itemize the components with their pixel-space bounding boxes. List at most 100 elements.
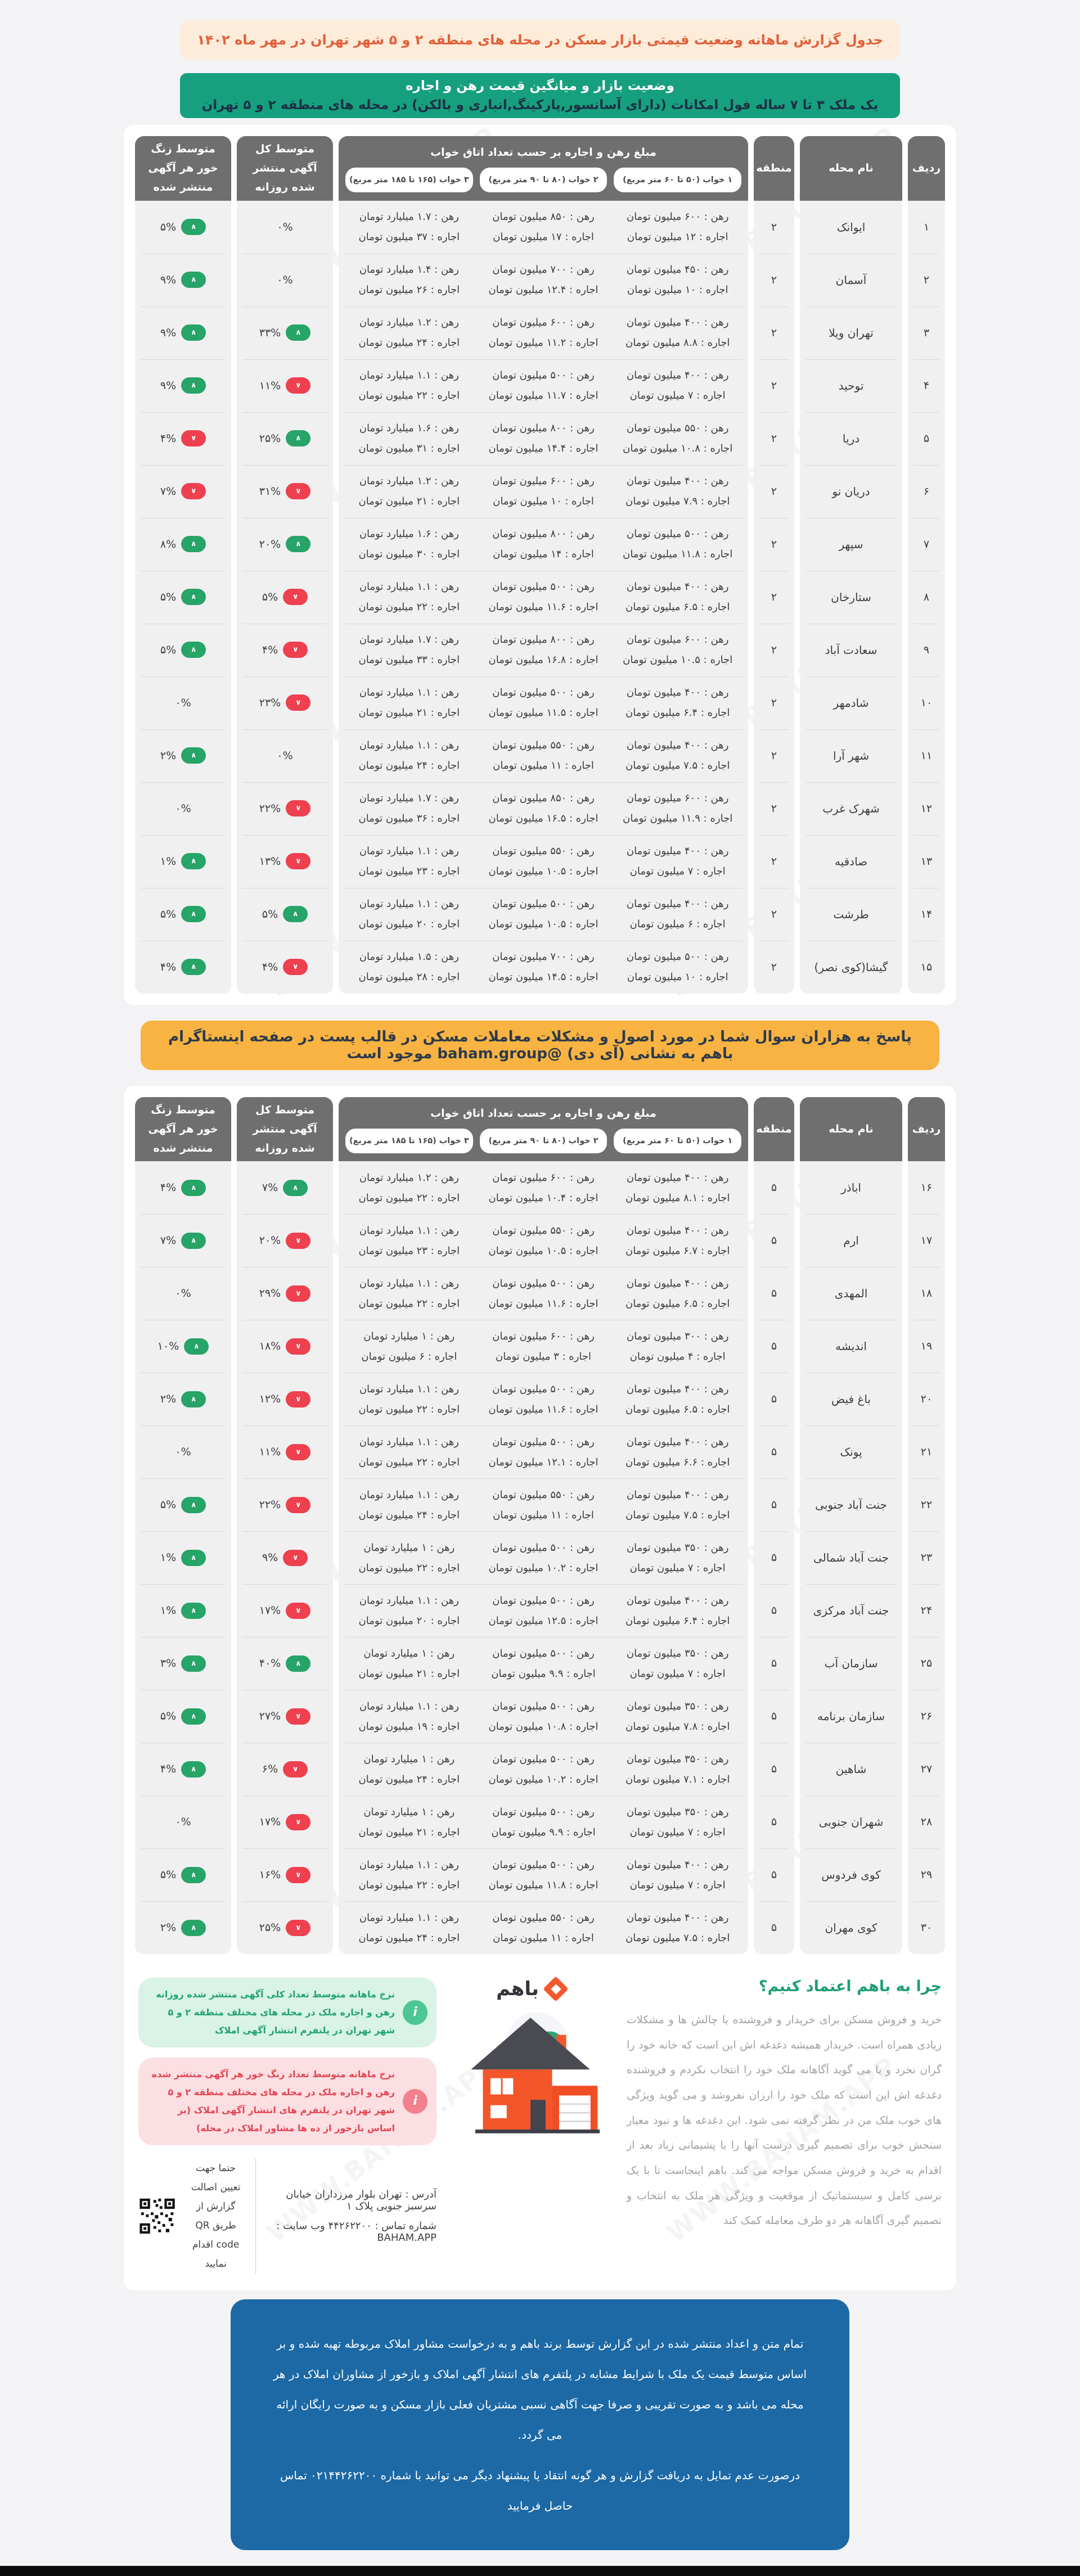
trend-arrow-icon: ∧ [190, 223, 197, 232]
percent-value: ۵% [160, 1869, 177, 1882]
ring-rate-change-cell: ∧ ۲% [135, 729, 231, 782]
bedroom-2-prices: رهن : ۵۵۰ میلیون تومان اجاره : ۱۱ میلیون… [476, 1489, 611, 1521]
bedroom-3-prices: رهن : ۱.۷ میلیارد تومان اجاره : ۳۳ میلیو… [342, 634, 476, 666]
trend-arrow-icon: ∧ [190, 910, 197, 919]
ring-rate-change-cell: ۰% [135, 782, 231, 835]
rahn-line: رهن : ۱.۱ میلیارد تومان [359, 1594, 459, 1607]
rahn-line: رهن : ۱.۲ میلیارد تومان [359, 317, 459, 329]
rahn-line: رهن : ۸۰۰ میلیون تومان [492, 422, 595, 435]
header-district: منطقه [754, 136, 794, 201]
rahn-line: رهن : ۱ میلیارد تومان [363, 1806, 455, 1818]
daily-ads-change-cell: ∨ ۵% [237, 570, 333, 624]
trend-badge: ∧ [181, 272, 206, 288]
bedroom-2-prices: رهن : ۵۰۰ میلیون تومان اجاره : ۱۱.۶ میلی… [476, 1278, 611, 1310]
row-number: ۲۴ [908, 1584, 945, 1637]
bedroom-1-prices: رهن : ۶۰۰ میلیون تومان اجاره : ۱۰.۵ میلی… [610, 634, 745, 666]
bedroom-2-prices: رهن : ۵۰۰ میلیون تومان اجاره : ۱۱.۸ میلی… [476, 1859, 611, 1891]
bedroom-2-prices: رهن : ۷۰۰ میلیون تومان اجاره : ۱۲.۴ میلی… [476, 264, 611, 296]
neighborhood-name: توحید [800, 359, 902, 412]
trend-arrow-icon: ∨ [292, 646, 299, 655]
trend-arrow-icon: ∨ [295, 1923, 302, 1932]
ejare-line: اجاره : ۷.۵ میلیون تومان [625, 760, 730, 772]
bedroom-2-prices: رهن : ۵۰۰ میلیون تومان اجاره : ۱۲.۱ میلی… [476, 1436, 611, 1468]
table-row: ۲۷ شاهین ۵ رهن : ۳۵۰ میلیون تومان اجاره … [135, 1743, 945, 1796]
trend-arrow-icon: ∧ [190, 1183, 197, 1192]
pill-1-bedroom: ۱ خواب (۵۰ تا ۶۰ متر مربع) [614, 168, 741, 193]
row-number: ۱۳ [908, 834, 945, 888]
header-neighborhood: نام محله [800, 136, 902, 201]
daily-ads-change-cell: ∨ ۴% [237, 623, 333, 676]
bedroom-prices-cell: رهن : ۴۰۰ میلیون تومان اجاره : ۷.۵ میلیو… [339, 1901, 748, 1955]
table-row: ۲۲ جنت آباد جنوبی ۵ رهن : ۴۰۰ میلیون توم… [135, 1478, 945, 1532]
bedroom-prices-cell: رهن : ۳۵۰ میلیون تومان اجاره : ۷ میلیون … [339, 1531, 748, 1585]
trend-badge: ∧ [184, 1338, 209, 1355]
percent-value: ۲% [160, 1393, 177, 1406]
bedroom-2-prices: رهن : ۵۰۰ میلیون تومان اجاره : ۹.۹ میلیو… [476, 1648, 611, 1680]
trend-badge: ∨ [283, 1761, 308, 1778]
daily-ads-change-cell: ∧ ۵% [237, 887, 333, 941]
bedroom-2-prices: رهن : ۵۰۰ میلیون تومان اجاره : ۱۰.۵ میلی… [476, 898, 611, 930]
row-number: ۲۸ [908, 1795, 945, 1849]
row-number: ۵ [908, 412, 945, 465]
ejare-line: اجاره : ۲۱ میلیون تومان [358, 707, 460, 719]
trend-arrow-icon: ∨ [295, 1500, 302, 1509]
neighborhood-name: شاهین [800, 1743, 902, 1796]
ring-rate-change-cell: ∧ ۹% [135, 359, 231, 412]
ejare-line: اجاره : ۹.۹ میلیون تومان [491, 1667, 596, 1680]
neighborhood-name: شهر آرا [800, 729, 902, 782]
trend-arrow-icon: ∨ [295, 1817, 302, 1826]
trend-arrow-icon: ∨ [295, 381, 302, 390]
legend-boxes-column: i نرخ ماهانه متوسط تعداد کلی آگهی منتشر … [138, 1978, 436, 2274]
bedroom-3-prices: رهن : ۱.۲ میلیارد تومان اجاره : ۲۱ میلیو… [342, 475, 476, 507]
ejare-line: اجاره : ۱۴.۵ میلیون تومان [488, 971, 598, 984]
rahn-line: رهن : ۳۵۰ میلیون تومان [626, 1541, 729, 1554]
trend-arrow-icon: ∧ [190, 1659, 197, 1668]
row-number: ۴ [908, 359, 945, 412]
district-number: ۲ [754, 676, 794, 729]
district-number: ۲ [754, 887, 794, 941]
row-number: ۱۴ [908, 887, 945, 941]
header-price-group: مبلغ رهن و اجاره بر حسب تعداد اتاق خواب … [339, 1097, 748, 1162]
ejare-line: اجاره : ۲۴ میلیون تومان [358, 1509, 460, 1521]
trend-arrow-icon: ∧ [190, 1870, 197, 1879]
bedroom-1-prices: رهن : ۳۵۰ میلیون تومان اجاره : ۷.۸ میلیو… [610, 1700, 745, 1733]
trend-badge: ∧ [181, 853, 206, 870]
daily-ads-change-cell: ∨ ۲۲% [237, 1478, 333, 1532]
trend-badge: ∨ [286, 1338, 311, 1355]
bedroom-3-prices: رهن : ۱.۱ میلیارد تومان اجاره : ۲۳ میلیو… [342, 1225, 476, 1257]
neighborhood-name: دریان نو [800, 464, 902, 518]
bedroom-1-prices: رهن : ۴۰۰ میلیون تومان اجاره : ۶.۴ میلیو… [610, 1595, 745, 1627]
row-number: ۱۷ [908, 1214, 945, 1267]
ring-rate-legend-text: نرخ ماهانه متوسط تعداد زنگ خور هر آگهی م… [151, 2069, 395, 2134]
rahn-line: رهن : ۵۵۰ میلیون تومان [492, 845, 595, 858]
row-number: ۲۹ [908, 1848, 945, 1902]
trend-badge: ∨ [286, 1232, 311, 1249]
trend-badge: ∨ [283, 589, 308, 606]
bedroom-1-prices: رهن : ۴۰۰ میلیون تومان اجاره : ۷ میلیون … [610, 369, 745, 401]
trend-arrow-icon: ∨ [295, 698, 302, 707]
bedroom-3-prices: رهن : ۱ میلیارد تومان اجاره : ۲۲ میلیون … [342, 1542, 476, 1574]
percent-value: ۴% [160, 1181, 177, 1194]
bedroom-3-prices: رهن : ۱ میلیارد تومان اجاره : ۲۱ میلیون … [342, 1648, 476, 1680]
percent-value: ۱% [160, 1604, 177, 1617]
rahn-line: رهن : ۱.۱ میلیارد تومان [359, 369, 459, 382]
neighborhood-name: تهران ویلا [800, 306, 902, 359]
percent-value: ۲۵% [259, 1921, 281, 1934]
address-block: آدرس : تهران بلوار مرزداران خیابان سرسبز… [266, 2189, 436, 2244]
ring-rate-change-cell: ∧ ۸% [135, 517, 231, 571]
table-row: ۸ ستارخان ۲ رهن : ۴۰۰ میلیون تومان اجاره… [135, 570, 945, 624]
percent-value: ۷% [160, 485, 177, 498]
rahn-line: رهن : ۱.۱ میلیارد تومان [359, 898, 459, 910]
rahn-line: رهن : ۳۰۰ میلیون تومان [626, 1330, 729, 1342]
ring-rate-change-cell: ∧ ۱% [135, 1531, 231, 1585]
ring-rate-change-cell: ∧ ۴% [135, 940, 231, 994]
trend-badge: ∧ [181, 1919, 206, 1936]
price-group-title: مبلغ رهن و اجاره بر حسب تعداد اتاق خواب [430, 146, 656, 159]
ejare-line: اجاره : ۱۰ میلیون تومان [627, 971, 728, 984]
ejare-line: اجاره : ۷ میلیون تومان [629, 865, 726, 878]
rahn-line: رهن : ۴۰۰ میلیون تومان [626, 898, 729, 910]
bedroom-3-prices: رهن : ۱.۱ میلیارد تومان اجاره : ۲۴ میلیو… [342, 1489, 476, 1521]
ejare-line: اجاره : ۶ میلیون تومان [361, 1350, 457, 1363]
ejare-line: اجاره : ۷.۸ میلیون تومان [625, 1720, 730, 1733]
bedroom-prices-cell: رهن : ۳۵۰ میلیون تومان اجاره : ۷ میلیون … [339, 1795, 748, 1849]
